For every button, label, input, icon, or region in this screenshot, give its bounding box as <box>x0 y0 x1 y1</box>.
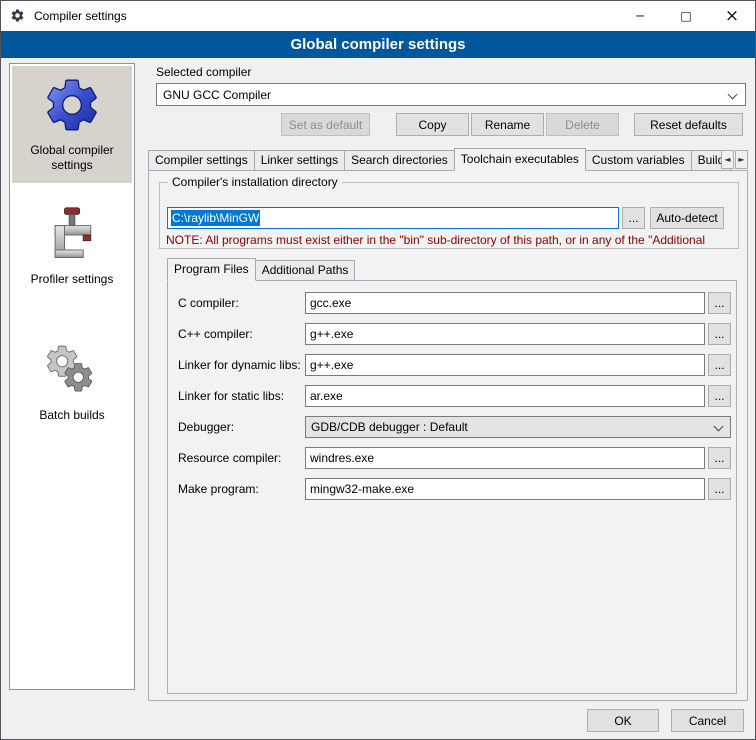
subtab-additional-paths[interactable]: Additional Paths <box>255 260 356 281</box>
app-icon <box>10 8 26 24</box>
resource-compiler-input[interactable] <box>305 447 705 469</box>
tab-toolchain-executables[interactable]: Toolchain executables <box>454 148 586 171</box>
cpp-compiler-row: C++ compiler: ... <box>178 323 728 345</box>
tab-search-directories[interactable]: Search directories <box>344 150 455 171</box>
c-compiler-label: C compiler: <box>178 296 239 310</box>
install-dir-value: C:\raylib\MinGW <box>171 210 260 226</box>
categories-sidebar: Global compiler settings Profiler settin… <box>9 63 135 690</box>
selected-compiler-label: Selected compiler <box>156 65 251 79</box>
dynamic-linker-row: Linker for dynamic libs: ... <box>178 354 728 376</box>
sidebar-item-label: Global compiler settings <box>14 143 130 173</box>
make-program-browse-button[interactable]: ... <box>708 478 731 500</box>
cpp-compiler-label: C++ compiler: <box>178 327 253 341</box>
set-as-default-button: Set as default <box>281 113 370 136</box>
auto-detect-button[interactable]: Auto-detect <box>650 207 724 229</box>
cancel-button[interactable]: Cancel <box>671 709 744 732</box>
subtab-program-files[interactable]: Program Files <box>167 258 256 281</box>
tab-custom-variables[interactable]: Custom variables <box>585 150 692 171</box>
dynamic-linker-input[interactable] <box>305 354 705 376</box>
page-title: Global compiler settings <box>1 31 755 58</box>
install-dir-browse-button[interactable]: ... <box>622 207 645 229</box>
dynamic-linker-browse-button[interactable]: ... <box>708 354 731 376</box>
group-title: Compiler's installation directory <box>168 175 342 189</box>
blue-gear-icon <box>41 74 103 136</box>
delete-button: Delete <box>546 113 619 136</box>
sidebar-item-batch-builds[interactable]: Batch builds <box>12 333 132 433</box>
selected-compiler-value: GNU GCC Compiler <box>163 88 271 102</box>
close-button[interactable]: × <box>709 1 755 31</box>
debugger-row: Debugger: GDB/CDB debugger : Default <box>178 416 728 438</box>
caption-buttons: ─ □ × <box>617 1 755 31</box>
debugger-value: GDB/CDB debugger : Default <box>311 420 468 434</box>
profiler-clamp-icon <box>42 205 102 265</box>
sidebar-item-profiler-settings[interactable]: Profiler settings <box>12 197 132 297</box>
program-files-tabbar: Program Files Additional Paths <box>167 259 567 281</box>
make-program-label: Make program: <box>178 482 259 496</box>
debugger-dropdown[interactable]: GDB/CDB debugger : Default <box>305 416 731 438</box>
c-compiler-row: C compiler: ... <box>178 292 728 314</box>
window-title: Compiler settings <box>34 9 127 23</box>
rename-button[interactable]: Rename <box>471 113 544 136</box>
batch-gears-icon <box>42 341 102 401</box>
static-linker-row: Linker for static libs: ... <box>178 385 728 407</box>
sidebar-item-global-compiler-settings[interactable]: Global compiler settings <box>12 66 132 183</box>
resource-compiler-browse-button[interactable]: ... <box>708 447 731 469</box>
debugger-label: Debugger: <box>178 420 234 434</box>
make-program-row: Make program: ... <box>178 478 728 500</box>
install-dir-input[interactable]: C:\raylib\MinGW <box>167 207 619 229</box>
copy-button[interactable]: Copy <box>396 113 469 136</box>
minimize-button[interactable]: ─ <box>617 1 663 31</box>
chevron-down-icon <box>728 90 738 100</box>
c-compiler-browse-button[interactable]: ... <box>708 292 731 314</box>
toolchain-executables-page: Compiler's installation directory C:\ray… <box>148 170 748 701</box>
tab-linker-settings[interactable]: Linker settings <box>254 150 345 171</box>
sidebar-item-label: Profiler settings <box>31 272 114 287</box>
compiler-settings-window: Compiler settings ─ □ × Global compiler … <box>0 0 756 740</box>
static-linker-browse-button[interactable]: ... <box>708 385 731 407</box>
dynamic-linker-label: Linker for dynamic libs: <box>178 358 301 372</box>
maximize-button[interactable]: □ <box>663 1 709 31</box>
tab-compiler-settings[interactable]: Compiler settings <box>148 150 255 171</box>
static-linker-input[interactable] <box>305 385 705 407</box>
note-text: NOTE: All programs must exist either in … <box>166 233 746 247</box>
cpp-compiler-browse-button[interactable]: ... <box>708 323 731 345</box>
chevron-down-icon <box>714 422 724 432</box>
tab-scroll-left-button[interactable]: ◄ <box>721 150 734 169</box>
cpp-compiler-input[interactable] <box>305 323 705 345</box>
settings-tabbar: Compiler settings Linker settings Search… <box>148 148 748 171</box>
ok-button[interactable]: OK <box>587 709 659 732</box>
reset-defaults-button[interactable]: Reset defaults <box>634 113 743 136</box>
resource-compiler-row: Resource compiler: ... <box>178 447 728 469</box>
selected-compiler-dropdown[interactable]: GNU GCC Compiler <box>156 83 746 106</box>
tab-scroll-right-button[interactable]: ► <box>735 150 748 169</box>
c-compiler-input[interactable] <box>305 292 705 314</box>
sidebar-item-label: Batch builds <box>39 408 104 423</box>
make-program-input[interactable] <box>305 478 705 500</box>
static-linker-label: Linker for static libs: <box>178 389 284 403</box>
resource-compiler-label: Resource compiler: <box>178 451 281 465</box>
program-files-page: C compiler: ... C++ compiler: ... Linker… <box>167 280 737 694</box>
